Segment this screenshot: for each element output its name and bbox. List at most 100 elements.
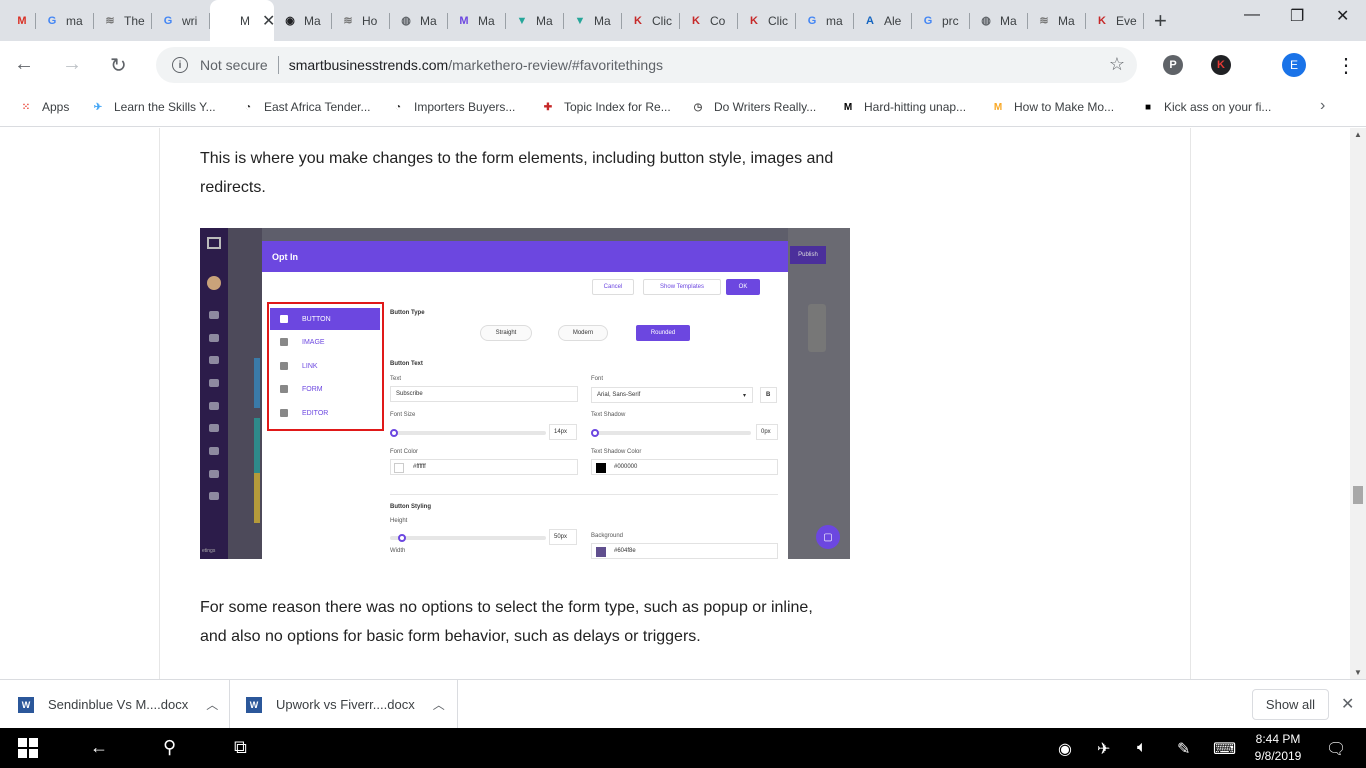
pinterest-extension-icon[interactable]: P xyxy=(1163,55,1183,75)
browser-tab[interactable]: ≋ Ho xyxy=(332,8,390,33)
show-all-button[interactable]: Show all xyxy=(1252,689,1329,720)
browser-tab[interactable]: K Eve xyxy=(1086,8,1144,33)
tab-title: wri xyxy=(182,13,198,28)
browser-tab[interactable]: A Ale xyxy=(854,8,912,33)
minimize-icon[interactable]: — xyxy=(1244,6,1260,24)
font-color-swatch xyxy=(394,463,404,473)
button-text-label: Button Text xyxy=(390,361,423,367)
browser-tab[interactable]: ◍ Ma xyxy=(390,8,448,33)
system-clock[interactable]: 8:44 PM 9/8/2019 xyxy=(1252,731,1304,765)
height-label: Height xyxy=(390,518,408,524)
browser-tab[interactable]: MThe xyxy=(6,8,36,33)
bookmark-item[interactable]: ⁙ Apps xyxy=(18,99,70,115)
bookmark-star-icon[interactable]: ☆ xyxy=(1109,54,1125,75)
back-button[interactable]: ← xyxy=(14,53,34,76)
browser-tab[interactable]: M Ma xyxy=(448,8,506,33)
tab-title: Ma xyxy=(304,13,321,28)
download-item[interactable]: W Sendinblue Vs M....docx ︿ xyxy=(0,680,230,729)
chrome-menu-icon[interactable]: ⋮ xyxy=(1336,53,1356,78)
font-size-label: Font Size xyxy=(390,412,416,418)
list-icon xyxy=(209,379,219,387)
font-label: Font xyxy=(591,376,604,382)
scrollbar-thumb[interactable] xyxy=(1353,486,1363,504)
slider-knob xyxy=(398,534,406,542)
button-styling-label: Button Styling xyxy=(390,504,431,510)
tab-strip: MTheGma≋TheGwriM✕◉Ma≋Ho◍MaMMa▼Ma▼MaKClic… xyxy=(0,0,1366,41)
close-window-icon[interactable]: ✕ xyxy=(1336,6,1349,26)
k-extension-icon[interactable]: K xyxy=(1211,55,1231,75)
tab-title: Ma xyxy=(594,13,611,28)
browser-tab[interactable]: K Clic xyxy=(622,8,680,33)
bookmark-item[interactable]: ◷ Do Writers Really... xyxy=(690,99,817,115)
volume-icon[interactable]: 🔈︎ xyxy=(1137,739,1147,757)
download-filename: Sendinblue Vs M....docx xyxy=(48,697,189,712)
download-item[interactable]: W Upwork vs Fiverr....docx ︿ xyxy=(230,680,458,729)
bookmark-item[interactable]: M Hard-hitting unap... xyxy=(840,99,966,115)
browser-tab[interactable]: Gma xyxy=(36,8,94,33)
tab-title: Ho xyxy=(362,13,378,28)
scroll-down-arrow-icon[interactable]: ▼ xyxy=(1354,668,1362,677)
profile-avatar[interactable]: E xyxy=(1282,53,1306,77)
tab-title: Eve xyxy=(1116,13,1137,28)
browser-tab[interactable]: ≋ Ma xyxy=(1028,8,1086,33)
windows-start-icon[interactable] xyxy=(18,738,38,763)
browser-tab[interactable]: M ✕ xyxy=(210,0,274,41)
background-cards xyxy=(228,228,262,559)
windows-taskbar: ← ⚲ ⧉ ◉ ✈ 🔈︎ ✎ ⌨ 8:44 PM 9/8/2019 🗨︎ xyxy=(0,728,1366,768)
maximize-icon[interactable]: ❐ xyxy=(1290,6,1304,26)
info-icon[interactable]: i xyxy=(172,57,188,73)
back-arrow-icon[interactable]: ← xyxy=(90,737,108,758)
browser-tab[interactable]: K Clic xyxy=(738,8,796,33)
bookmark-item[interactable]: ✚ Topic Index for Re... xyxy=(540,99,671,115)
keyboard-icon[interactable]: ⌨ xyxy=(1213,739,1236,759)
word-doc-icon: W xyxy=(246,696,262,713)
scroll-up-arrow-icon[interactable]: ▲ xyxy=(1354,130,1362,139)
tab-title: Co xyxy=(710,13,726,28)
browser-tab[interactable]: ≋ The xyxy=(94,8,152,33)
modal-title: Opt In xyxy=(262,241,788,272)
browser-tab[interactable]: ▼ Ma xyxy=(506,8,564,33)
forward-button[interactable]: → xyxy=(62,53,82,76)
medium-icon: M xyxy=(843,101,853,113)
record-icon[interactable]: ◉ xyxy=(1058,739,1072,759)
search-icon[interactable]: ⚲ xyxy=(163,737,176,758)
close-download-bar-icon[interactable]: ✕ xyxy=(1341,694,1354,714)
address-bar[interactable]: i Not secure smartbusinesstrends.com/mar… xyxy=(156,47,1137,83)
notifications-icon[interactable]: 🗨︎ xyxy=(1326,739,1346,759)
reload-button[interactable]: ↻ xyxy=(110,53,127,78)
bookmark-item[interactable]: ◔ East Africa Tender... xyxy=(240,99,371,115)
page-scrollbar[interactable]: ▲ ▼ xyxy=(1350,128,1366,679)
straight-option: Straight xyxy=(480,325,532,341)
browser-tab[interactable]: ◍ Ma xyxy=(970,8,1028,33)
browser-tab[interactable]: Gwri xyxy=(152,8,210,33)
browser-tab[interactable]: Gprc xyxy=(912,8,970,33)
bookmark-item[interactable]: ✈ Learn the Skills Y... xyxy=(90,99,216,115)
height-value: 50px xyxy=(549,529,577,545)
browser-tab[interactable]: ◉ Ma xyxy=(274,8,332,33)
new-tab-button[interactable]: + xyxy=(1154,8,1167,34)
chevron-up-icon[interactable]: ︿ xyxy=(433,696,445,713)
browser-tab[interactable]: K Co xyxy=(680,8,738,33)
font-color-field: #ffffff xyxy=(390,459,578,475)
clock-date: 9/8/2019 xyxy=(1254,749,1302,763)
bookmark-item[interactable]: M How to Make Mo... xyxy=(990,99,1114,115)
clickbank-icon: K xyxy=(634,14,642,27)
chevron-up-icon[interactable]: ︿ xyxy=(206,696,218,713)
close-tab-icon[interactable]: ✕ xyxy=(262,11,274,31)
loading-icon: ◔ xyxy=(394,101,402,113)
bookmark-item[interactable]: ◔ Importers Buyers... xyxy=(390,99,515,115)
task-view-icon[interactable]: ⧉ xyxy=(234,737,247,758)
alexa-icon: A xyxy=(866,14,874,27)
bookmark-item[interactable]: ■ Kick ass on your fi... xyxy=(1140,99,1271,115)
bookmark-label: Kick ass on your fi... xyxy=(1164,100,1272,114)
airplane-mode-icon[interactable]: ✈ xyxy=(1097,739,1110,759)
caret-down-icon: ▾ xyxy=(742,392,746,399)
pen-icon[interactable]: ✎ xyxy=(1177,739,1190,759)
background-field: #604f8e xyxy=(591,543,778,559)
browser-tab[interactable]: Gma xyxy=(796,8,854,33)
browser-tab[interactable]: ▼ Ma xyxy=(564,8,622,33)
bookmarks-overflow-chevron-icon[interactable]: › xyxy=(1320,97,1325,115)
clickbank-icon: K xyxy=(692,14,700,27)
tab-title: ma xyxy=(826,13,843,28)
google-icon: G xyxy=(163,14,173,27)
